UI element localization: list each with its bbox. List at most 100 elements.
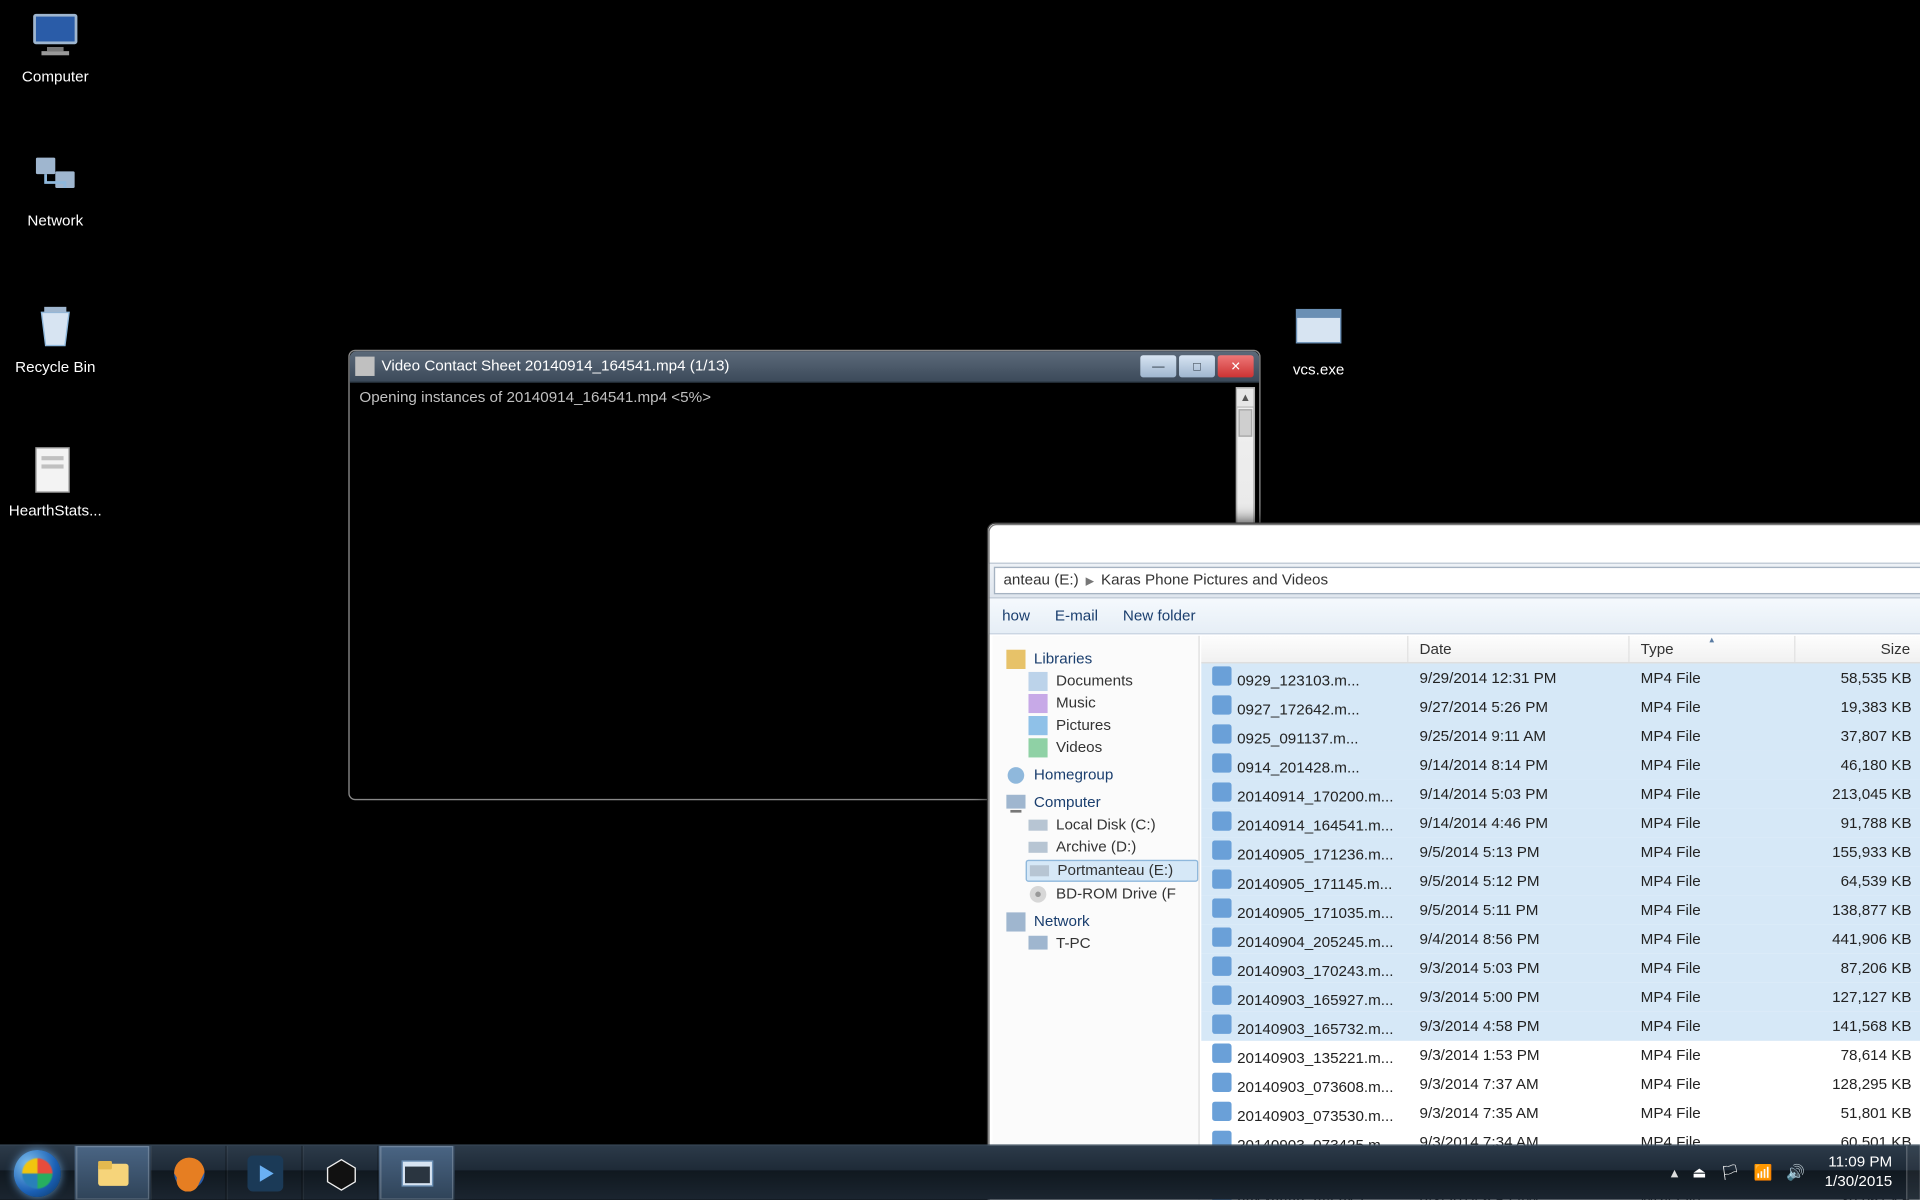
- breadcrumb[interactable]: anteau (E:) ▶ Karas Phone Pictures and V…: [994, 567, 1920, 595]
- nav-pictures[interactable]: Pictures: [1028, 716, 1198, 735]
- desktop-icon-network[interactable]: Network: [6, 152, 106, 229]
- video-file-icon: [1212, 869, 1231, 888]
- nav-music[interactable]: Music: [1028, 694, 1198, 713]
- nav-documents[interactable]: Documents: [1028, 672, 1198, 691]
- nav-local-c[interactable]: Local Disk (C:): [1028, 815, 1198, 834]
- file-size: 213,045 KB: [1795, 786, 1920, 803]
- nav-libraries[interactable]: Libraries: [1006, 650, 1198, 669]
- desktop-icon-computer[interactable]: Computer: [6, 8, 106, 85]
- explorer-window[interactable]: — □ ✕ anteau (E:) ▶ Karas Phone Pictures…: [987, 522, 1920, 1200]
- tray-icon[interactable]: ⏏: [1692, 1164, 1706, 1182]
- nav-portmanteau-e[interactable]: Portmanteau (E:): [1026, 860, 1199, 882]
- drive-icon: [1028, 815, 1047, 834]
- desktop-icon-label: Computer: [6, 69, 106, 86]
- file-type: MP4 File: [1630, 1047, 1796, 1064]
- nav-network[interactable]: Network: [1006, 912, 1198, 931]
- tray-icon[interactable]: 🏳: [1720, 1164, 1739, 1182]
- column-headers[interactable]: Date Type Size Tags: [1201, 636, 1920, 664]
- col-type-header[interactable]: Type: [1630, 636, 1796, 662]
- file-row[interactable]: 20140904_205245.m...9/4/2014 8:56 PMMP4 …: [1201, 925, 1920, 954]
- show-hidden-icons[interactable]: ▴: [1671, 1164, 1679, 1182]
- file-row[interactable]: 20140903_073608.m...9/3/2014 7:37 AMMP4 …: [1201, 1070, 1920, 1099]
- wifi-icon[interactable]: 📶: [1754, 1164, 1773, 1182]
- col-date-header[interactable]: Date: [1408, 636, 1629, 662]
- file-size: 51,801 KB: [1795, 1105, 1920, 1122]
- nav-computer[interactable]: Computer: [1006, 793, 1198, 812]
- file-size: 64,539 KB: [1795, 873, 1920, 890]
- taskbar-explorer[interactable]: [75, 1146, 151, 1200]
- file-row[interactable]: 0925_091137.m...9/25/2014 9:11 AMMP4 Fil…: [1201, 722, 1920, 751]
- documents-icon: [1028, 672, 1047, 691]
- taskbar-app-2[interactable]: [303, 1146, 379, 1200]
- file-row[interactable]: 20140914_164541.m...9/14/2014 4:46 PMMP4…: [1201, 809, 1920, 838]
- computer-icon: [28, 8, 83, 63]
- file-row[interactable]: 20140903_165732.m...9/3/2014 4:58 PMMP4 …: [1201, 1012, 1920, 1041]
- file-type: MP4 File: [1630, 728, 1796, 745]
- console-minimize-button[interactable]: —: [1140, 355, 1176, 377]
- nav-archive-d[interactable]: Archive (D:): [1028, 838, 1198, 857]
- desktop-icon-hearthstats[interactable]: HearthStats...: [6, 442, 106, 519]
- clock-date: 1/30/2015: [1825, 1173, 1893, 1191]
- taskbar-firefox[interactable]: [151, 1146, 227, 1200]
- file-name: 20140905_171035.m...: [1237, 905, 1393, 922]
- volume-icon[interactable]: 🔊: [1786, 1164, 1805, 1182]
- file-row[interactable]: 20140905_171145.m...9/5/2014 5:12 PMMP4 …: [1201, 867, 1920, 896]
- drive-icon: [1030, 861, 1049, 880]
- console-titlebar[interactable]: Video Contact Sheet 20140914_164541.mp4 …: [350, 351, 1259, 383]
- file-row[interactable]: 20140903_073530.m...9/3/2014 7:35 AMMP4 …: [1201, 1099, 1920, 1128]
- breadcrumb-segment[interactable]: anteau (E:): [1003, 572, 1078, 589]
- file-date: 9/5/2014 5:12 PM: [1408, 873, 1629, 890]
- col-size-header[interactable]: Size: [1795, 636, 1920, 662]
- console-title: Video Contact Sheet 20140914_164541.mp4 …: [381, 358, 1140, 375]
- computer-icon: [1028, 934, 1047, 953]
- taskbar-app-1[interactable]: [227, 1146, 303, 1200]
- file-size: 155,933 KB: [1795, 844, 1920, 861]
- desktop-icon-vcs-exe[interactable]: vcs.exe: [1269, 301, 1369, 378]
- file-row[interactable]: 20140905_171035.m...9/5/2014 5:11 PMMP4 …: [1201, 896, 1920, 925]
- console-close-button[interactable]: ✕: [1218, 355, 1254, 377]
- file-date: 9/3/2014 1:53 PM: [1408, 1047, 1629, 1064]
- console-icon: [399, 1155, 435, 1191]
- taskbar[interactable]: ▴ ⏏ 🏳 📶 🔊 11:09 PM 1/30/2015: [0, 1144, 1920, 1199]
- file-date: 9/25/2014 9:11 AM: [1408, 728, 1629, 745]
- toolbar-slideshow[interactable]: how: [1002, 607, 1030, 624]
- nav-homegroup[interactable]: Homegroup: [1006, 766, 1198, 785]
- toolbar-email[interactable]: E-mail: [1055, 607, 1098, 624]
- scroll-thumb[interactable]: [1238, 409, 1252, 437]
- file-date: 9/14/2014 4:46 PM: [1408, 815, 1629, 832]
- desktop-icon-label: vcs.exe: [1269, 362, 1369, 379]
- file-date: 9/5/2014 5:11 PM: [1408, 902, 1629, 919]
- breadcrumb-segment[interactable]: Karas Phone Pictures and Videos: [1101, 572, 1328, 589]
- file-row[interactable]: 20140905_171236.m...9/5/2014 5:13 PMMP4 …: [1201, 838, 1920, 867]
- nav-tpc[interactable]: T-PC: [1028, 934, 1198, 953]
- nav-bdrom-f[interactable]: BD-ROM Drive (F: [1028, 885, 1198, 904]
- system-tray[interactable]: ▴ ⏏ 🏳 📶 🔊 11:09 PM 1/30/2015: [1662, 1146, 1906, 1200]
- nav-pane[interactable]: Libraries Documents Music Pictures Video…: [992, 636, 1199, 1200]
- col-name-header[interactable]: [1201, 636, 1408, 662]
- taskbar-clock[interactable]: 11:09 PM 1/30/2015: [1819, 1155, 1898, 1191]
- file-type: MP4 File: [1630, 757, 1796, 774]
- video-file-icon: [1212, 898, 1231, 917]
- nav-videos[interactable]: Videos: [1028, 738, 1198, 757]
- video-file-icon: [1212, 811, 1231, 830]
- file-row[interactable]: 20140903_170243.m...9/3/2014 5:03 PMMP4 …: [1201, 954, 1920, 983]
- scroll-up-icon[interactable]: ▲: [1237, 388, 1254, 407]
- video-file-icon: [1212, 1073, 1231, 1092]
- recycle-bin-icon: [28, 299, 83, 354]
- file-row[interactable]: 0914_201428.m...9/14/2014 8:14 PMMP4 Fil…: [1201, 751, 1920, 780]
- desktop-icon-label: Recycle Bin: [6, 359, 106, 376]
- show-desktop-button[interactable]: [1906, 1146, 1920, 1200]
- file-row[interactable]: 20140914_170200.m...9/14/2014 5:03 PMMP4…: [1201, 780, 1920, 809]
- file-size: 141,568 KB: [1795, 1018, 1920, 1035]
- vcs-exe-icon: [1291, 301, 1346, 356]
- taskbar-console[interactable]: [379, 1146, 455, 1200]
- file-row[interactable]: 20140903_165927.m...9/3/2014 5:00 PMMP4 …: [1201, 983, 1920, 1012]
- file-row[interactable]: 20140903_135221.m...9/3/2014 1:53 PMMP4 …: [1201, 1041, 1920, 1070]
- file-row[interactable]: 0927_172642.m...9/27/2014 5:26 PMMP4 Fil…: [1201, 692, 1920, 721]
- start-button[interactable]: [0, 1146, 75, 1200]
- toolbar-newfolder[interactable]: New folder: [1123, 607, 1196, 624]
- console-maximize-button[interactable]: □: [1179, 355, 1215, 377]
- file-list[interactable]: Date Type Size Tags 0929_123103.m...9/29…: [1201, 636, 1920, 1200]
- file-row[interactable]: 0929_123103.m...9/29/2014 12:31 PMMP4 Fi…: [1201, 663, 1920, 692]
- desktop-icon-recycle-bin[interactable]: Recycle Bin: [6, 299, 106, 376]
